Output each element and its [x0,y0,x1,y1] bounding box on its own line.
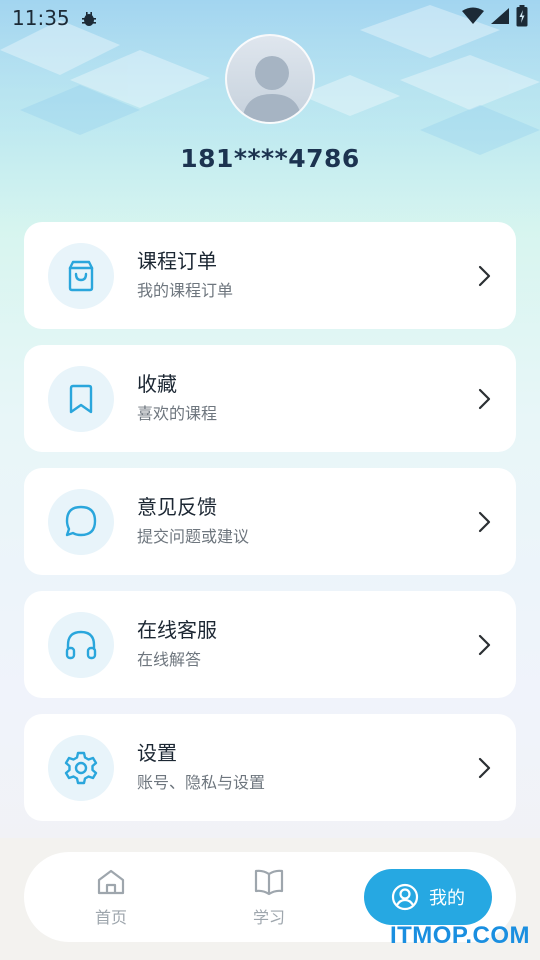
menu-item-title: 设置 [137,741,177,765]
menu-item-title: 在线客服 [137,618,217,642]
home-icon [97,869,125,895]
shopping-bag-icon [48,243,114,309]
tab-label: 首页 [94,908,127,927]
tab-home[interactable]: 首页 [71,868,151,928]
menu-item-subtitle: 提交问题或建议 [137,527,250,546]
chevron-right-icon [478,388,491,410]
bookmark-icon [48,366,114,432]
profile-menu: 课程订单 我的课程订单 收藏 喜欢的课程 意见反馈 提交问题或建议 在线客服 在… [24,222,516,837]
menu-item-favorites[interactable]: 收藏 喜欢的课程 [24,345,516,452]
menu-item-title: 收藏 [137,372,177,396]
menu-item-course-orders[interactable]: 课程订单 我的课程订单 [24,222,516,329]
chevron-right-icon [478,757,491,779]
menu-item-customer-service[interactable]: 在线客服 在线解答 [24,591,516,698]
book-icon [254,869,284,896]
menu-item-title: 课程订单 [137,249,217,273]
wifi-icon [462,6,484,30]
bug-icon [80,9,98,27]
tab-label: 学习 [252,908,285,927]
tab-mine[interactable]: 我的 [364,869,492,925]
avatar[interactable] [225,34,315,124]
user-circle-icon [391,883,419,911]
menu-item-title: 意见反馈 [137,495,217,519]
menu-item-subtitle: 在线解答 [137,650,202,669]
chevron-right-icon [478,265,491,287]
menu-item-settings[interactable]: 设置 账号、隐私与设置 [24,714,516,821]
chat-bubble-icon [48,489,114,555]
tab-label: 我的 [429,888,465,909]
headphones-icon [48,612,114,678]
profile-header: 181****4786 [0,34,540,173]
tab-study[interactable]: 学习 [229,868,309,928]
cellular-signal-icon [490,6,510,30]
gear-icon [48,735,114,801]
username: 181****4786 [180,144,360,173]
watermark: ITMOP.COM [389,922,530,949]
menu-item-subtitle: 喜欢的课程 [137,404,218,423]
menu-item-subtitle: 我的课程订单 [137,281,234,300]
status-time: 11:35 [12,6,70,30]
status-bar: 11:35 [0,0,540,36]
chevron-right-icon [478,634,491,656]
menu-item-feedback[interactable]: 意见反馈 提交问题或建议 [24,468,516,575]
menu-item-subtitle: 账号、隐私与设置 [137,773,266,792]
battery-icon [516,4,528,32]
user-silhouette-icon [242,56,302,122]
chevron-right-icon [478,511,491,533]
